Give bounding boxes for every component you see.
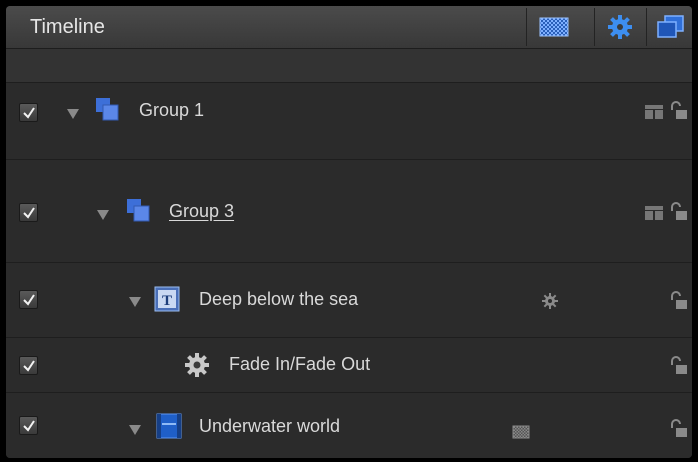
timeline-header: Timeline — [6, 6, 692, 49]
header-divider — [594, 8, 595, 46]
layer-row-deep-below-the-sea[interactable]: T Deep below the sea — [6, 262, 692, 338]
unlock-icon[interactable] — [669, 356, 689, 376]
disclosure-triangle-icon[interactable] — [128, 296, 142, 308]
layer-visibility-checkbox[interactable] — [19, 290, 38, 309]
header-divider — [646, 8, 647, 46]
behavior-gear-icon — [185, 353, 209, 377]
layer-row-group-3[interactable]: Group 3 — [6, 159, 692, 263]
checkmark-icon — [22, 206, 35, 219]
unlock-icon[interactable] — [669, 202, 689, 222]
disclosure-triangle-icon[interactable] — [128, 424, 142, 436]
layer-name: Deep below the sea — [199, 289, 359, 309]
text-layer-icon: T — [154, 286, 180, 312]
mask-checker-icon — [539, 17, 569, 37]
panel-title: Timeline — [30, 16, 105, 38]
video-layer-icon — [156, 413, 182, 439]
layer-row-fade-in-fade-out[interactable]: Fade In/Fade Out — [6, 337, 692, 393]
layer-visibility-checkbox[interactable] — [19, 356, 38, 375]
mask-checker-icon[interactable] — [512, 425, 530, 439]
layer-visibility-checkbox[interactable] — [19, 203, 38, 222]
gear-icon — [608, 15, 632, 39]
group-icon — [96, 98, 119, 121]
checkmark-icon — [22, 106, 35, 119]
layer-name: Fade In/Fade Out — [229, 354, 371, 374]
layer-visibility-checkbox[interactable] — [19, 103, 38, 122]
checkmark-icon — [22, 293, 35, 306]
show-layers-button[interactable] — [650, 12, 690, 42]
group-icon — [127, 199, 150, 222]
svg-text:T: T — [162, 293, 172, 309]
checkmark-icon — [22, 359, 35, 372]
layer-name: Underwater world — [199, 416, 341, 436]
layer-name: Group 3 — [169, 201, 235, 221]
checkmark-icon — [22, 419, 35, 432]
timeline-panel: Timeline Group 1 Group 3 T Deep below th… — [6, 6, 692, 458]
unlock-icon[interactable] — [669, 101, 689, 121]
layer-row-group-1[interactable]: Group 1 — [6, 82, 692, 160]
timeline-subbar — [6, 49, 692, 82]
layer-visibility-checkbox[interactable] — [19, 416, 38, 435]
group-stack-icon[interactable] — [643, 205, 665, 221]
layers-icon — [657, 15, 684, 38]
header-divider — [526, 8, 527, 46]
show-behaviors-button[interactable] — [600, 12, 640, 42]
disclosure-triangle-icon[interactable] — [66, 108, 80, 120]
unlock-icon[interactable] — [669, 291, 689, 311]
unlock-icon[interactable] — [669, 419, 689, 439]
group-stack-icon[interactable] — [643, 104, 665, 120]
disclosure-triangle-icon[interactable] — [96, 209, 110, 221]
layer-name: Group 1 — [139, 100, 205, 120]
layer-row-underwater-world[interactable]: Underwater world — [6, 392, 692, 458]
behavior-gear-icon[interactable] — [542, 293, 558, 309]
show-masks-button[interactable] — [534, 12, 574, 42]
